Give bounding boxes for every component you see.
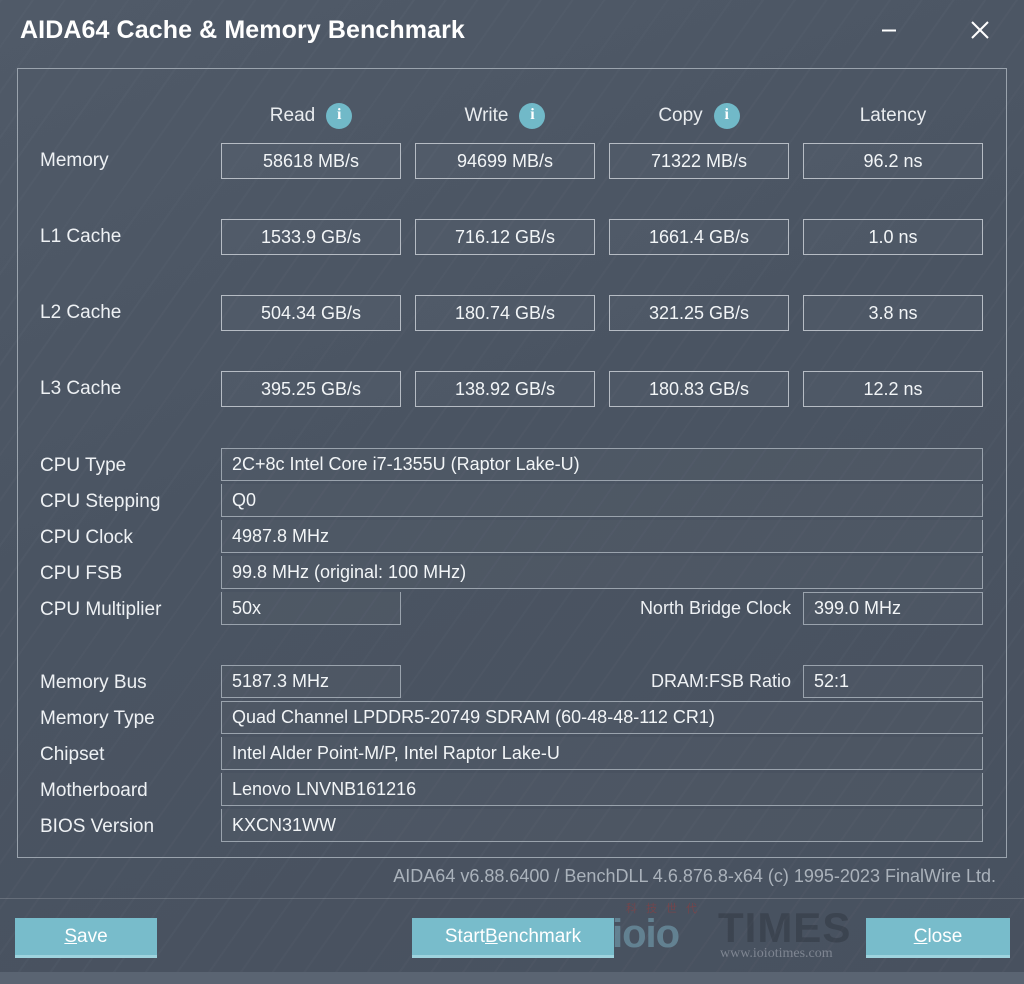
bench-row-label-l3: L3 Cache	[40, 378, 122, 399]
info-icon-glyph: i	[530, 106, 535, 123]
close-button[interactable]: Close	[866, 918, 1010, 958]
memory-bus-label: Memory Bus	[40, 672, 147, 693]
bench-cell-l3-read: 395.25 GB/s	[221, 371, 401, 407]
column-header-latency: Latency	[803, 100, 983, 132]
cpu-clock-value: 4987.8 MHz	[221, 520, 983, 553]
start-button-pre: Start	[444, 925, 485, 947]
cpu-multiplier-label: CPU Multiplier	[40, 599, 162, 620]
minimize-icon	[882, 29, 896, 32]
memory-type-value: Quad Channel LPDDR5-20749 SDRAM (60-48-4…	[221, 701, 983, 734]
memory-bus-value: 5187.3 MHz	[221, 665, 401, 698]
bench-cell-l2-latency: 3.8 ns	[803, 295, 983, 331]
column-header-read: Read i	[221, 100, 401, 132]
start-button-post: enchmark	[497, 925, 582, 947]
info-icon-glyph: i	[724, 106, 729, 123]
save-button-post: ave	[77, 925, 108, 947]
copyright-text: AIDA64 v6.88.6400 / BenchDLL 4.6.876.8-x…	[393, 866, 996, 886]
bench-cell-memory-latency: 96.2 ns	[803, 143, 983, 179]
save-button[interactable]: Save	[15, 918, 157, 958]
cpu-stepping-label: CPU Stepping	[40, 491, 161, 512]
dram-fsb-ratio-value: 52:1	[803, 665, 983, 698]
motherboard-value: Lenovo LNVNB161216	[221, 773, 983, 806]
bench-cell-l2-read: 504.34 GB/s	[221, 295, 401, 331]
close-icon	[971, 21, 989, 39]
watermark-times-text: TIMES	[718, 904, 852, 951]
info-icon-write[interactable]: i	[519, 103, 546, 129]
bottom-strip	[0, 972, 1024, 984]
bench-row-label-l1: L1 Cache	[40, 226, 122, 247]
bench-cell-l1-read: 1533.9 GB/s	[221, 219, 401, 255]
bench-cell-l2-write: 180.74 GB/s	[415, 295, 595, 331]
bios-version-value: KXCN31WW	[221, 809, 983, 842]
cpu-fsb-label: CPU FSB	[40, 563, 123, 584]
column-header-latency-label: Latency	[859, 105, 927, 126]
aida64-benchmark-window: AIDA64 Cache & Memory Benchmark Read i W…	[0, 0, 1024, 984]
cpu-multiplier-value: 50x	[221, 592, 401, 625]
bench-cell-l3-latency: 12.2 ns	[803, 371, 983, 407]
cpu-type-label: CPU Type	[40, 455, 127, 476]
cpu-type-value: 2C+8c Intel Core i7-1355U (Raptor Lake-U…	[221, 448, 983, 481]
window-title: AIDA64 Cache & Memory Benchmark	[20, 16, 465, 44]
bench-cell-l1-latency: 1.0 ns	[803, 219, 983, 255]
bench-cell-l1-copy: 1661.4 GB/s	[609, 219, 789, 255]
save-button-accel: S	[64, 925, 78, 947]
north-bridge-clock-label: North Bridge Clock	[639, 598, 791, 618]
title-bar: AIDA64 Cache & Memory Benchmark	[0, 0, 1024, 62]
close-window-button[interactable]	[957, 8, 1003, 52]
minimize-button[interactable]	[866, 8, 912, 52]
footer-separator	[0, 898, 1024, 899]
bench-cell-l1-write: 716.12 GB/s	[415, 219, 595, 255]
chipset-label: Chipset	[40, 744, 105, 765]
watermark-cn-text: 科技世代	[626, 903, 706, 915]
motherboard-label: Motherboard	[40, 780, 148, 801]
column-header-copy-label: Copy	[658, 105, 703, 126]
info-icon-copy[interactable]: i	[713, 103, 740, 129]
bench-cell-l3-write: 138.92 GB/s	[415, 371, 595, 407]
bench-cell-memory-copy: 71322 MB/s	[609, 143, 789, 179]
watermark-url-text: www.ioiotimes.com	[720, 946, 833, 961]
chipset-value: Intel Alder Point-M/P, Intel Raptor Lake…	[221, 737, 983, 770]
watermark-brand-text: ioio	[612, 912, 680, 956]
bios-version-label: BIOS Version	[40, 816, 155, 837]
memory-type-label: Memory Type	[40, 708, 155, 729]
north-bridge-clock-value: 399.0 MHz	[803, 592, 983, 625]
cpu-stepping-value: Q0	[221, 484, 983, 517]
start-benchmark-button[interactable]: Start Benchmark	[412, 918, 614, 958]
dram-fsb-ratio-label: DRAM:FSB Ratio	[650, 671, 791, 691]
bench-cell-l3-copy: 180.83 GB/s	[609, 371, 789, 407]
bench-cell-l2-copy: 321.25 GB/s	[609, 295, 789, 331]
bench-cell-memory-read: 58618 MB/s	[221, 143, 401, 179]
info-icon-glyph: i	[336, 106, 342, 123]
column-header-read-label: Read	[269, 105, 316, 126]
bench-row-label-memory: Memory	[40, 150, 109, 171]
cpu-fsb-value: 99.8 MHz (original: 100 MHz)	[221, 556, 983, 589]
cpu-clock-label: CPU Clock	[40, 527, 133, 548]
column-header-copy: Copy i	[609, 100, 789, 132]
bench-row-label-l2: L2 Cache	[40, 302, 122, 323]
start-button-accel: B	[485, 925, 498, 947]
watermark: 科技世代 TIMES ioio www.ioiotimes.com	[612, 898, 902, 968]
info-icon-read[interactable]: i	[326, 103, 353, 129]
close-button-post: lose	[927, 925, 963, 947]
bench-cell-memory-write: 94699 MB/s	[415, 143, 595, 179]
column-header-write: Write i	[415, 100, 595, 132]
close-button-accel: C	[913, 925, 928, 947]
column-header-write-label: Write	[464, 105, 509, 126]
